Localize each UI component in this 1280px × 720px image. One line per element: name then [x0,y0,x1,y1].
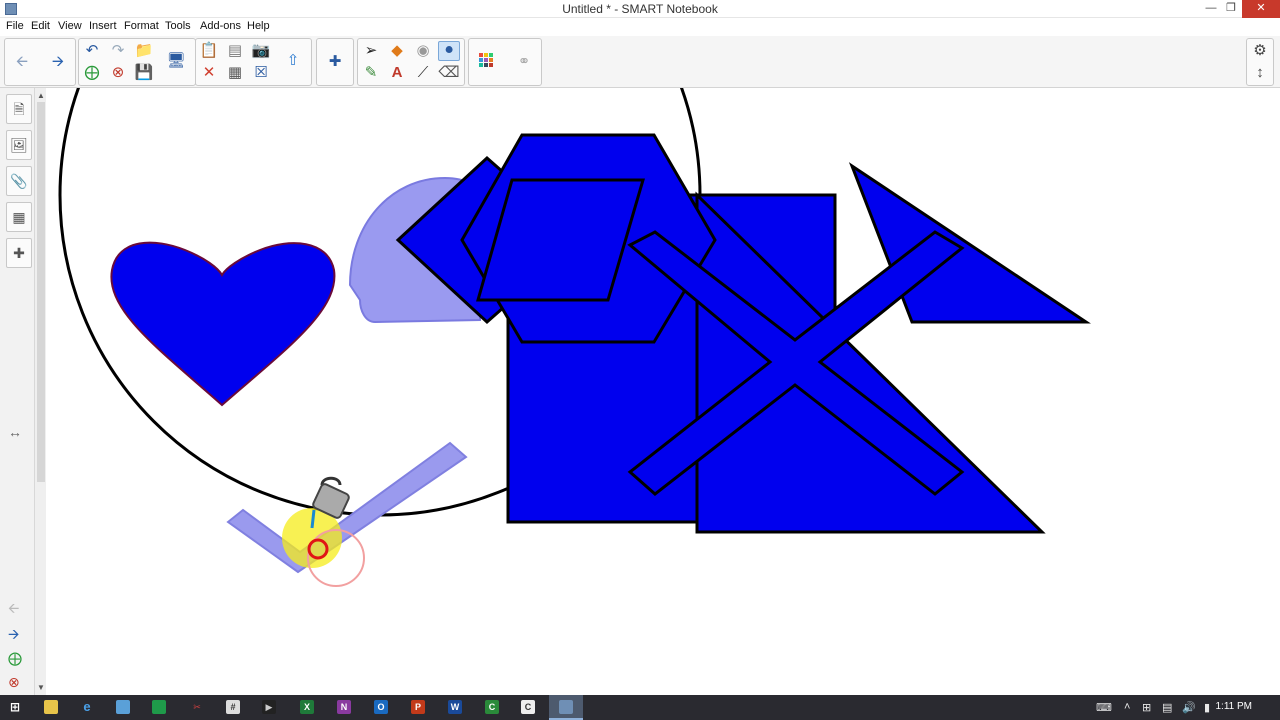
vertical-scrollbar[interactable]: ▲ ▼ [34,88,46,695]
menu-insert[interactable]: Insert [89,20,117,32]
pens-icon[interactable]: ✎ [360,63,382,83]
gallery-icon[interactable]: 🖼 [6,130,32,160]
properties-icon[interactable]: ▦ [6,202,32,232]
smart-notebook-icon [559,700,573,714]
scroll-thumb[interactable] [37,102,45,482]
media-icon[interactable]: ▶ [262,700,276,714]
close-button[interactable]: ✕ [1242,0,1280,18]
whiteboard-canvas[interactable] [46,88,1280,695]
restore-button[interactable]: ❐ [1218,0,1244,18]
word-icon[interactable]: W [448,700,462,714]
menu-file[interactable]: File [6,20,24,32]
file-explorer-icon[interactable] [44,700,58,714]
full-screen-icon[interactable]: ☒ [250,63,272,83]
windows-flag-icon[interactable]: ⊞ [1142,701,1151,714]
line-icon[interactable]: ⟋ [412,63,434,83]
magic-pen-icon[interactable]: ⚭ [513,52,535,72]
add-page-side-icon[interactable]: ⨁ [8,650,22,667]
ie-icon[interactable]: e [80,700,94,714]
start-icon[interactable]: ⊞ [8,700,22,714]
file-group: ↶ ↷ 📁 ⨁ ⊗ 💾 🖥 [78,38,196,86]
next-page-icon[interactable]: 🡪 [8,624,19,648]
powerpoint-icon[interactable]: P [411,700,425,714]
window-title: Untitled * - SMART Notebook [562,2,718,16]
heart-shape[interactable] [110,241,336,407]
display-screen-icon[interactable]: 🖥 [165,51,187,71]
canvas-drawing [58,88,1091,587]
windows-taskbar: ⊞ e ✂ # ▶ X N O P W C C ⌨ ˄ ⊞ ▤ 🔊 ▮ 1:11… [0,695,1280,720]
tray-expand-icon[interactable]: ˄ [1124,701,1130,713]
add-on-group: ✚ [316,38,354,86]
redo-icon[interactable]: ↷ [107,41,129,61]
properties-group: ⚭ [468,38,542,86]
forward-arrow-icon[interactable]: 🡪 [47,52,69,72]
resize-handle-icon[interactable]: ↔ [8,424,22,440]
remote-desktop-icon[interactable] [116,700,130,714]
color-palette-icon[interactable] [475,52,497,72]
menu-format[interactable]: Format [124,20,159,32]
battery-icon[interactable]: ▮ [1204,701,1210,714]
menu-edit[interactable]: Edit [31,20,50,32]
paste-icon[interactable]: 📋 [198,41,220,61]
eraser-fill-icon[interactable]: ◉ [412,41,434,61]
draw-group: ➢ ◆ ◉ ⚫ ✎ A ⟋ ⌫ [357,38,465,86]
outlook-icon[interactable]: O [374,700,388,714]
keyboard-icon[interactable]: ⌨ [1096,701,1112,714]
save-icon[interactable]: 💾 [133,63,155,83]
capture-icon[interactable]: 📷 [250,41,272,61]
settings-group: ⚙ ↕ [1246,38,1274,86]
fill-icon[interactable]: ⚫ [438,41,460,61]
delete-icon[interactable]: ✕ [198,63,220,83]
page-sorter-icon[interactable]: 🗎 [6,94,32,124]
side-tabs: 🗎 🖼 📎 ▦ ✚ ↔ 🡨 🡪 ⨁ ⊗ ▲ ▼ [0,88,46,695]
volume-icon[interactable]: 🔊 [1182,701,1196,714]
main-toolbar: 🡨 🡪 ↶ ↷ 📁 ⨁ ⊗ 💾 🖥 📋 ▤ 📷 ✕ ▦ ☒ ⇧ ✚ ➢ ◆ ◉ … [0,36,1280,88]
menu-add-ons[interactable]: Add-ons [200,20,241,32]
snip-icon[interactable]: ✂ [190,700,204,714]
delete-page-icon[interactable]: ⊗ [107,63,129,83]
network-icon[interactable]: ▤ [1162,701,1172,714]
screen-shade-icon[interactable]: ▤ [224,41,246,61]
menu-bar: File Edit View Insert Format Tools Add-o… [0,18,1280,36]
camtasia-icon[interactable]: C [485,700,499,714]
edit-group: 📋 ▤ 📷 ✕ ▦ ☒ ⇧ [195,38,312,86]
clock[interactable]: 1:11 PM [1216,701,1253,712]
gear-icon[interactable]: ⚙ [1249,41,1271,61]
excel-icon[interactable]: X [300,700,314,714]
select-icon[interactable]: ➢ [360,41,382,61]
title-bar: Untitled * - SMART Notebook — ❐ ✕ [0,0,1280,18]
smart-notebook-taskbar-button[interactable] [549,695,583,720]
delete-page-side-icon[interactable]: ⊗ [8,674,20,691]
camtasia-recorder-icon[interactable]: C [521,700,535,714]
eraser-icon[interactable]: ⌫ [438,63,460,83]
menu-help[interactable]: Help [247,20,270,32]
previous-page-icon[interactable]: 🡨 [8,598,19,622]
translucent-checkmark-shape[interactable] [226,441,468,574]
calculator-icon[interactable]: # [226,700,240,714]
toolbar-move-icon[interactable]: ↕ [1249,63,1271,83]
back-arrow-icon[interactable]: 🡨 [11,52,33,72]
add-ons-icon[interactable]: ✚ [6,238,32,268]
onenote-icon[interactable]: N [337,700,351,714]
text-icon[interactable]: A [386,63,408,83]
add-page-icon[interactable]: ⨁ [81,63,103,83]
attachments-icon[interactable]: 📎 [6,166,32,196]
open-folder-icon[interactable]: 📁 [133,41,155,61]
add-on-icon[interactable]: ✚ [324,52,346,72]
table-icon[interactable]: ▦ [224,63,246,83]
tools-icon[interactable]: ⇧ [282,51,304,71]
undo-icon[interactable]: ↶ [81,41,103,61]
right-triangle-shape[interactable] [695,191,1046,534]
menu-view[interactable]: View [58,20,82,32]
navigation-group: 🡨 🡪 [4,38,76,86]
menu-tools[interactable]: Tools [165,20,191,32]
excel-alt-icon[interactable] [152,700,166,714]
shapes-icon[interactable]: ◆ [386,41,408,61]
